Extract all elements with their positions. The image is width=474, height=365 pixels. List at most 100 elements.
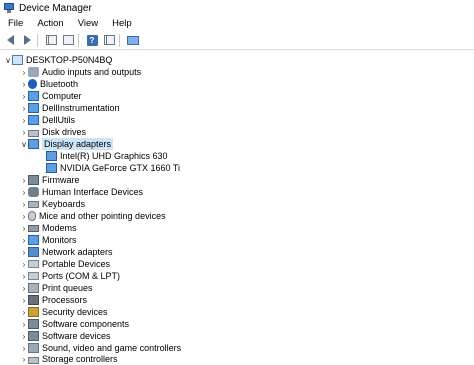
tree-item-ports[interactable]: › Ports (COM & LPT)	[20, 270, 120, 282]
tree-child-label: NVIDIA GeForce GTX 1660 Ti	[60, 163, 181, 173]
chevron-right-icon[interactable]: ›	[20, 294, 28, 306]
tree-root[interactable]: ∨ DESKTOP-P50N4BQ	[4, 54, 112, 66]
toolbar-separator	[78, 33, 79, 47]
tree-item-label: Ports (COM & LPT)	[42, 271, 121, 281]
tree-item-bluetooth[interactable]: › Bluetooth	[20, 78, 78, 90]
toolbar-separator	[119, 33, 120, 47]
tree-item-firmware[interactable]: › Firmware	[20, 174, 80, 186]
component-icon	[28, 331, 39, 341]
chevron-right-icon[interactable]: ›	[20, 114, 28, 126]
printer-icon	[28, 283, 39, 293]
tree-item-label: Monitors	[42, 235, 77, 245]
chevron-right-icon[interactable]: ›	[20, 222, 28, 234]
network-icon	[28, 247, 39, 257]
scan-hardware-icon	[127, 35, 139, 45]
chevron-right-icon[interactable]: ›	[20, 282, 28, 294]
tree-item-label: Disk drives	[42, 127, 87, 137]
chevron-right-icon[interactable]: ›	[20, 186, 28, 198]
chevron-right-icon[interactable]: ›	[20, 66, 28, 78]
tree-item-label: Bluetooth	[40, 79, 79, 89]
tree-item-security-devices[interactable]: › Security devices	[20, 306, 108, 318]
keyboard-icon	[28, 200, 39, 208]
monitor-icon	[28, 115, 39, 125]
menu-file[interactable]: File	[0, 16, 30, 31]
back-button[interactable]	[3, 33, 17, 47]
sound-icon	[28, 343, 39, 353]
tree-item-dellutils[interactable]: › DellUtils	[20, 114, 75, 126]
window-title: Device Manager	[19, 2, 92, 14]
chevron-right-icon[interactable]: ›	[20, 270, 28, 282]
computer-icon	[12, 55, 23, 65]
tree-item-dellinstrumentation[interactable]: › DellInstrumentation	[20, 102, 120, 114]
disk-icon	[28, 129, 39, 137]
forward-icon	[23, 35, 31, 45]
menu-view[interactable]: View	[71, 16, 105, 31]
tree-item-label: Audio inputs and outputs	[42, 67, 142, 77]
back-icon	[6, 35, 14, 45]
tree-child-nvidia-graphics[interactable]: NVIDIA GeForce GTX 1660 Ti	[46, 162, 180, 174]
computer-icon	[28, 91, 39, 101]
monitor-icon	[28, 103, 39, 113]
tree-item-software-components[interactable]: › Software components	[20, 318, 129, 330]
show-hide-console-tree-button[interactable]	[44, 33, 58, 47]
tree-item-label: Human Interface Devices	[42, 187, 144, 197]
tree-item-monitors[interactable]: › Monitors	[20, 234, 77, 246]
tree-item-audio[interactable]: › Audio inputs and outputs	[20, 66, 141, 78]
tree-item-software-devices[interactable]: › Software devices	[20, 330, 111, 342]
title-bar: Device Manager	[0, 0, 474, 16]
tree-child-label: Intel(R) UHD Graphics 630	[60, 151, 168, 161]
chevron-right-icon[interactable]: ›	[20, 306, 28, 318]
chevron-right-icon[interactable]: ›	[20, 174, 28, 186]
tree-item-display-adapters[interactable]: ∨ Display adapters	[20, 138, 114, 150]
menu-action[interactable]: Action	[30, 16, 70, 31]
scan-hardware-button[interactable]	[126, 33, 140, 47]
bluetooth-icon	[28, 79, 37, 89]
chevron-right-icon[interactable]: ›	[20, 198, 28, 210]
chevron-right-icon[interactable]: ›	[20, 78, 28, 90]
tree-item-label: Storage controllers	[42, 354, 118, 364]
tree-item-computer[interactable]: › Computer	[20, 90, 82, 102]
chevron-right-icon[interactable]: ›	[20, 318, 28, 330]
tree-item-label: Modems	[42, 223, 77, 233]
mouse-icon	[28, 211, 36, 221]
tree-item-label: DellInstrumentation	[42, 103, 120, 113]
tree-item-mice[interactable]: › Mice and other pointing devices	[20, 210, 166, 222]
action-pane-button[interactable]	[102, 33, 116, 47]
show-hide-console-tree-icon	[45, 35, 57, 45]
tree-item-network-adapters[interactable]: › Network adapters	[20, 246, 113, 258]
tree-item-label: DellUtils	[42, 115, 76, 125]
tree-item-print-queues[interactable]: › Print queues	[20, 282, 93, 294]
tree-item-processors[interactable]: › Processors	[20, 294, 87, 306]
monitor-icon	[28, 235, 39, 245]
chevron-right-icon[interactable]: ›	[20, 210, 28, 222]
chevron-right-icon[interactable]: ›	[20, 126, 28, 138]
chevron-right-icon[interactable]: ›	[20, 90, 28, 102]
chevron-right-icon[interactable]: ›	[20, 330, 28, 342]
device-tree[interactable]: ∨ DESKTOP-P50N4BQ › Audio inputs and out…	[0, 51, 474, 364]
chevron-right-icon[interactable]: ›	[20, 246, 28, 258]
tree-item-portable-devices[interactable]: › Portable Devices	[20, 258, 110, 270]
tree-item-modems[interactable]: › Modems	[20, 222, 77, 234]
forward-button[interactable]	[20, 33, 34, 47]
chevron-down-icon[interactable]: ∨	[20, 138, 28, 150]
menu-bar: File Action View Help	[0, 16, 474, 31]
properties-button[interactable]	[61, 33, 75, 47]
tree-item-keyboards[interactable]: › Keyboards	[20, 198, 85, 210]
tree-item-disk-drives[interactable]: › Disk drives	[20, 126, 86, 138]
device-manager-icon	[4, 3, 14, 13]
tree-item-storage-controllers[interactable]: › Storage controllers	[20, 353, 118, 365]
portable-device-icon	[28, 260, 39, 268]
menu-help[interactable]: Help	[105, 16, 139, 31]
hid-icon	[28, 187, 39, 197]
chevron-right-icon[interactable]: ›	[20, 258, 28, 270]
chevron-down-icon[interactable]: ∨	[4, 54, 12, 66]
tree-item-hid[interactable]: › Human Interface Devices	[20, 186, 143, 198]
chevron-right-icon[interactable]: ›	[20, 353, 28, 365]
chevron-right-icon[interactable]: ›	[20, 102, 28, 114]
display-adapter-icon	[46, 163, 57, 173]
port-icon	[28, 272, 39, 280]
tree-child-intel-graphics[interactable]: Intel(R) UHD Graphics 630	[46, 150, 168, 162]
chevron-right-icon[interactable]: ›	[20, 234, 28, 246]
help-button[interactable]: ?	[85, 33, 99, 47]
toolbar-separator	[37, 33, 38, 47]
